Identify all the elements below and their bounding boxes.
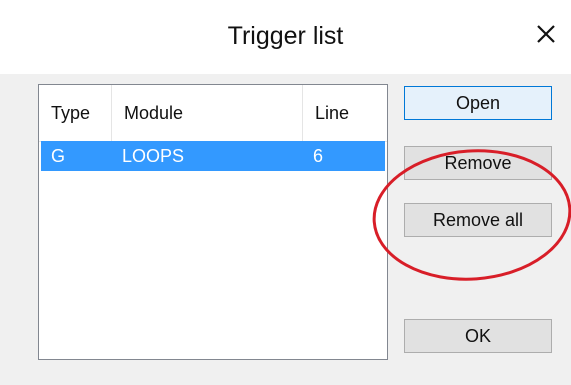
open-button[interactable]: Open: [404, 86, 552, 120]
dialog-title: Trigger list: [227, 22, 344, 50]
column-header-line[interactable]: Line: [303, 85, 387, 141]
close-icon: [537, 25, 555, 43]
trigger-list-dialog: Trigger list Type Module Line G LOOPS 6: [0, 0, 571, 385]
cell-type: G: [51, 145, 66, 166]
close-button[interactable]: [524, 12, 568, 56]
column-header-module[interactable]: Module: [112, 85, 302, 141]
trigger-list-view[interactable]: Type Module Line G LOOPS 6: [38, 84, 388, 360]
cell-line: 6: [313, 145, 324, 166]
ok-button[interactable]: OK: [404, 319, 552, 353]
title-bar: Trigger list: [0, 0, 571, 74]
cell-module: LOOPS: [122, 145, 185, 166]
list-header: Type Module Line: [39, 85, 387, 142]
remove-button[interactable]: Remove: [404, 146, 552, 180]
column-header-type[interactable]: Type: [39, 85, 111, 141]
remove-all-button[interactable]: Remove all: [404, 203, 552, 237]
table-row[interactable]: G LOOPS 6: [41, 141, 385, 171]
dialog-client-area: Type Module Line G LOOPS 6 Open Remove R…: [0, 74, 571, 385]
